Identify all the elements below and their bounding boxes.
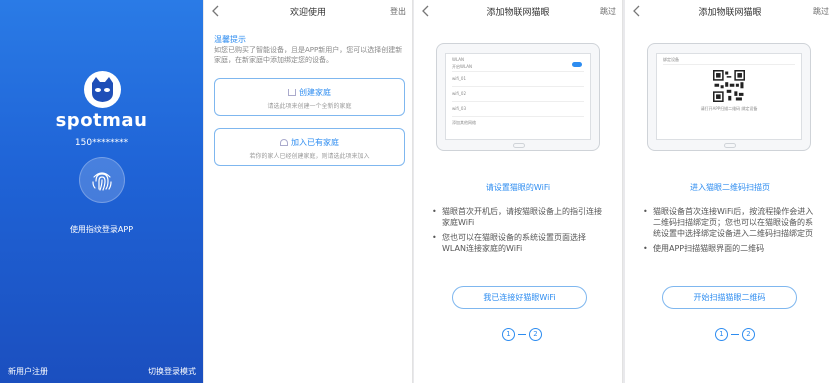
qr-guide-screen: 添加物联网猫眼 跳过 绑定设备 请打开APP扫描二维码 绑定设备 进入猫眼二维码… <box>625 0 835 383</box>
fingerprint-label: 使用指纹登录APP <box>69 225 134 234</box>
mock-header: 绑定设备 <box>663 57 679 62</box>
step-indicator: 1 2 <box>502 328 542 341</box>
guide-heading: 请设置猫眼的WiFi <box>485 183 551 192</box>
mock-net: wifi_02 <box>452 91 466 96</box>
fingerprint-icon <box>92 172 112 191</box>
guide-steps: 猫眼首次开机后，请按猫眼设备上的指引连接家庭WiFi 您也可以在猫眼设备的系统设… <box>432 206 608 258</box>
header: 添加物联网猫眼 跳过 <box>414 0 622 22</box>
wifi-guide-screen: 添加物联网猫眼 跳过 WLAN 开启WLAN wifi_01 wifi_02 w… <box>414 0 623 383</box>
tip-text: 如您已购买了智能设备，且是APP新用户，您可以选择创建新家庭，在新家庭中添加绑定… <box>214 46 403 64</box>
page-title: 添加物联网猫眼 <box>486 7 550 18</box>
switch-login-mode-link[interactable]: 切换登录模式 <box>148 366 196 377</box>
welcome-screen: 欢迎使用 登出 温馨提示 如您已购买了智能设备，且是APP新用户，您可以选择创建… <box>204 0 413 383</box>
guide-step: 您也可以在猫眼设备的系统设置页面选择WLAN连接家庭的WiFi <box>432 232 608 254</box>
join-family-title: 加入已有家庭 <box>215 137 404 148</box>
wifi-connected-button[interactable]: 我已连接好猫眼WiFi <box>452 286 587 309</box>
mock-net: 添加其他网络 <box>452 120 476 125</box>
join-family-subtitle: 若你的家人已经创建家庭，则请选此项来加入 <box>249 153 370 160</box>
step-1: 1 <box>715 328 728 341</box>
tablet-illustration: 绑定设备 请打开APP扫描二维码 绑定设备 <box>647 43 811 151</box>
skip-button[interactable]: 跳过 <box>813 6 829 17</box>
start-scan-button[interactable]: 开始扫描猫眼二维码 <box>662 286 797 309</box>
fingerprint-button[interactable] <box>79 157 125 203</box>
page-title: 添加物联网猫眼 <box>698 7 762 18</box>
back-icon[interactable] <box>211 4 221 18</box>
tablet-illustration: WLAN 开启WLAN wifi_01 wifi_02 wifi_03 添加其他… <box>436 43 600 151</box>
people-icon <box>280 139 288 146</box>
step-indicator: 1 2 <box>715 328 755 341</box>
back-icon[interactable] <box>632 4 642 18</box>
back-icon[interactable] <box>421 4 431 18</box>
qr-bind-mock: 绑定设备 请打开APP扫描二维码 绑定设备 <box>656 53 802 140</box>
wifi-settings-mock: WLAN 开启WLAN wifi_01 wifi_02 wifi_03 添加其他… <box>445 53 591 140</box>
guide-step: 猫眼首次开机后，请按猫眼设备上的指引连接家庭WiFi <box>432 206 608 228</box>
header: 欢迎使用 登出 <box>204 0 412 22</box>
mock-net: wifi_01 <box>452 76 466 81</box>
guide-step: 猫眼设备首次连接WiFi后，按流程操作会进入二维码扫描绑定页；您也可以在猫眼设备… <box>643 206 819 239</box>
create-family-card[interactable]: 创建家庭 请选此项来创建一个全新的家庭 <box>214 78 405 116</box>
phone-number: 150******** <box>74 138 129 148</box>
guide-heading: 进入猫眼二维码扫描页 <box>690 183 770 192</box>
mock-on-label: 开启WLAN <box>452 64 473 69</box>
home-button-icon <box>724 143 736 148</box>
step-2: 2 <box>742 328 755 341</box>
home-button-icon <box>513 143 525 148</box>
create-family-title: 创建家庭 <box>215 87 404 98</box>
qr-code-icon <box>713 70 745 102</box>
header: 添加物联网猫眼 跳过 <box>625 0 835 22</box>
join-family-card[interactable]: 加入已有家庭 若你的家人已经创建家庭，则请选此项来加入 <box>214 128 405 166</box>
spotmau-logo-icon <box>84 71 121 108</box>
mock-header: WLAN <box>452 57 465 62</box>
create-family-subtitle: 请选此项来创建一个全新的家庭 <box>267 103 352 110</box>
house-icon <box>288 89 296 96</box>
guide-step: 使用APP扫描猫眼界面的二维码 <box>643 243 819 254</box>
step-2: 2 <box>529 328 542 341</box>
register-link[interactable]: 新用户注册 <box>8 366 48 377</box>
step-1: 1 <box>502 328 515 341</box>
tip-title: 温馨提示 <box>214 35 246 44</box>
toggle-icon <box>572 62 582 67</box>
mock-net: wifi_03 <box>452 106 466 111</box>
brand-name: spotmau <box>55 110 148 131</box>
logout-button[interactable]: 登出 <box>390 6 406 17</box>
guide-steps: 猫眼设备首次连接WiFi后，按流程操作会进入二维码扫描绑定页；您也可以在猫眼设备… <box>643 206 819 258</box>
mock-caption: 请打开APP扫描二维码 绑定设备 <box>700 106 758 111</box>
page-title: 欢迎使用 <box>289 7 326 18</box>
login-screen: spotmau 150******** 使用指纹登录APP 新用户注册 切换登录… <box>0 0 203 383</box>
skip-button[interactable]: 跳过 <box>600 6 616 17</box>
